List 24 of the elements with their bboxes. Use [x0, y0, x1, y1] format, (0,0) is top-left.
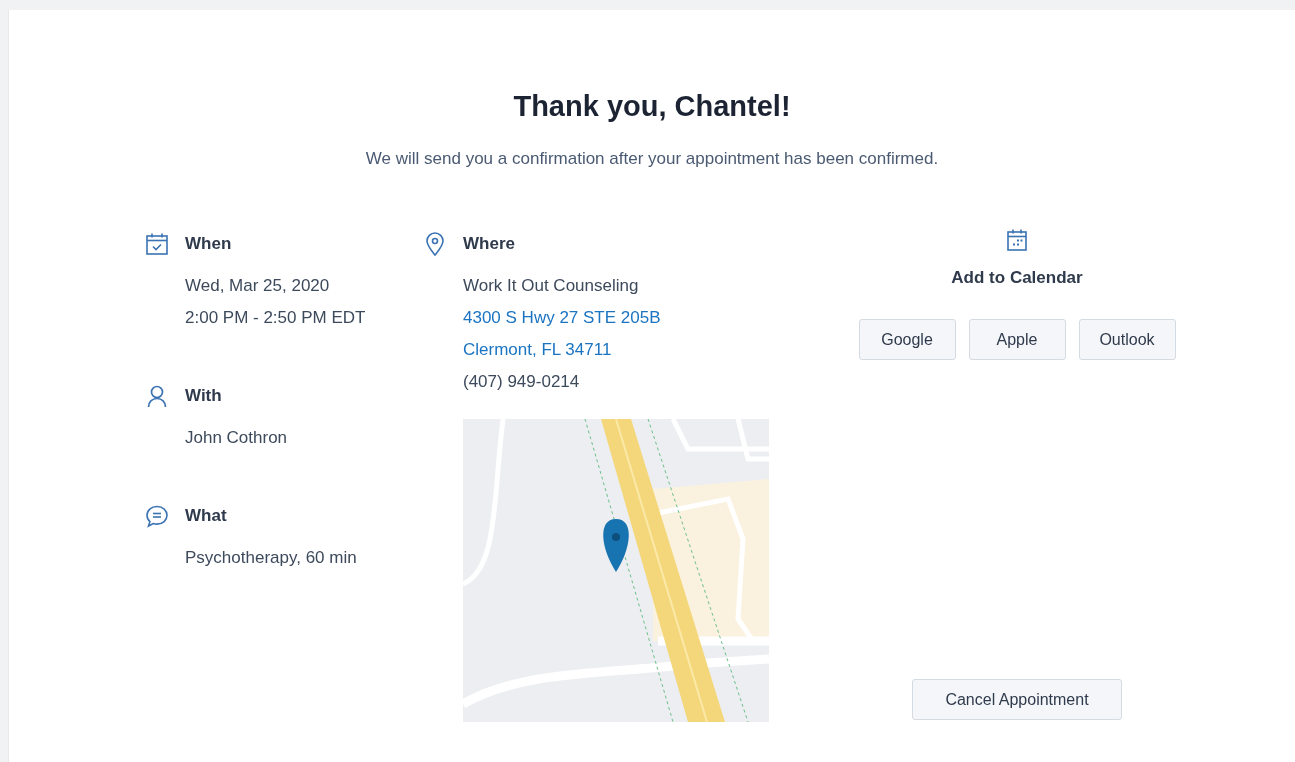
detail-text: Wed, Mar 25, 2020 [185, 275, 330, 297]
section-label: With [185, 386, 222, 406]
calendar-check-icon [145, 232, 169, 256]
address-link[interactable]: Clermont, FL 34711 [463, 334, 612, 366]
calendar-label: Add to Calendar [951, 267, 1083, 289]
confirmation-message: We will send you a confirmation after your appointment has been confirmed. [364, 148, 940, 170]
address-link[interactable]: 4300 S Hwy 27 STE 205B [463, 302, 661, 334]
calendar-icon [1005, 228, 1029, 252]
section-label: What [185, 506, 227, 526]
calendar-button[interactable]: Apple [968, 319, 1066, 360]
phone-number: (407) 949-0214 [463, 371, 580, 393]
detail-text: Psychotherapy, 60 min [185, 547, 357, 569]
calendar-button[interactable]: Google [858, 319, 956, 360]
chat-bubble-icon [145, 504, 169, 528]
detail-text: 2:00 PM - 2:50 PM EDT [185, 307, 366, 329]
person-icon [145, 384, 169, 408]
calendar-button[interactable]: Outlook [1078, 319, 1176, 360]
detail-text: John Cothron [185, 427, 288, 449]
business-name: Work It Out Counseling [463, 275, 639, 297]
section-label: Where [463, 234, 515, 254]
location-pin-icon [423, 232, 447, 256]
section-label: When [185, 234, 232, 254]
cancel-appointment-button[interactable]: Cancel Appointment [912, 679, 1122, 720]
page-title: Thank you, Chantel! [512, 89, 792, 124]
